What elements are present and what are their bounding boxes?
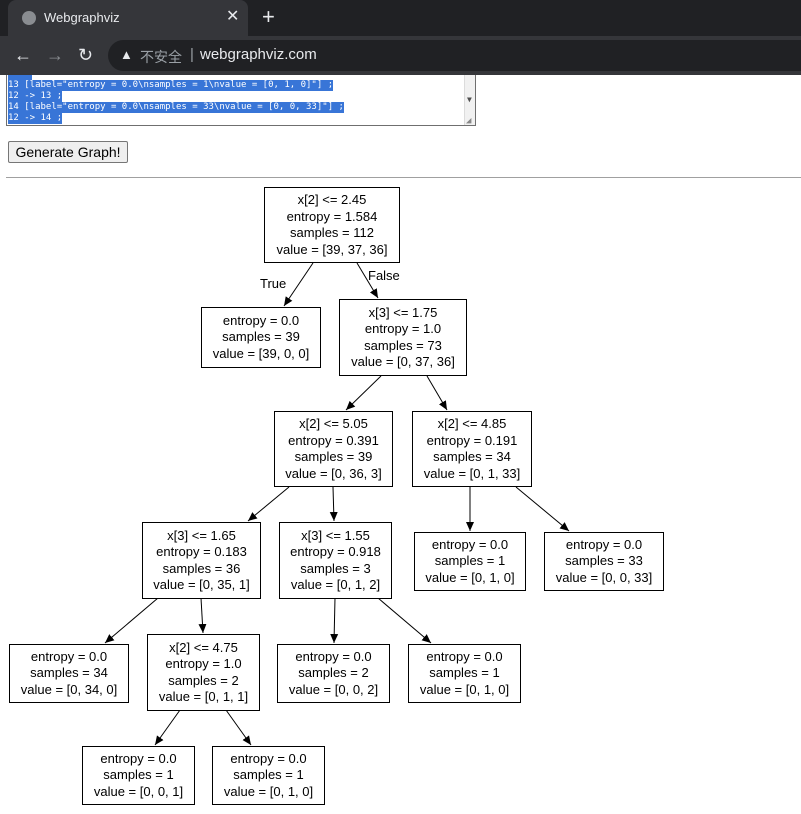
edge-2-3 [345, 375, 382, 411]
edge-label-true: True [260, 276, 287, 291]
node-value: value = [0, 0, 1] [93, 783, 184, 799]
node-value: value = [0, 1, 0] [425, 569, 515, 585]
node-entropy: entropy = 0.918 [290, 544, 381, 559]
edge-6-12 [377, 597, 432, 644]
edge-0-1 [283, 262, 314, 307]
node-samples: samples = 1 [233, 767, 304, 783]
tree-node-2: x[3] <= 1.75 entropy = 1.0 samples = 73 … [339, 299, 467, 376]
node-samples: samples = 1 [429, 665, 500, 681]
node-samples: samples = 2 [168, 672, 239, 688]
edge-2-4 [426, 375, 448, 411]
edge-3-6 [329, 486, 338, 522]
node-samples: samples = 1 [103, 767, 174, 783]
tree-node-4: x[2] <= 4.85 entropy = 0.191 samples = 3… [412, 411, 532, 487]
node-split-rule: x[2] <= 4.75 [169, 639, 238, 655]
tree-node-6: x[3] <= 1.55 entropy = 0.918 samples = 3… [279, 522, 392, 599]
tree-node-13: entropy = 0.0 samples = 1 value = [0, 0,… [82, 746, 195, 805]
node-samples: samples = 112 [290, 225, 374, 240]
node-split-rule: x[3] <= 1.65 [167, 527, 236, 543]
tree-node-3: x[2] <= 5.05 entropy = 0.391 samples = 3… [274, 411, 393, 487]
node-value: value = [0, 35, 1] [153, 577, 250, 592]
node-entropy: entropy = 0.191 [426, 432, 518, 448]
tree-node-5: x[3] <= 1.65 entropy = 0.183 samples = 3… [142, 522, 261, 599]
node-value: value = [0, 1, 33] [423, 465, 521, 481]
node-entropy: entropy = 0.0 [230, 750, 307, 766]
node-samples: samples = 1 [434, 553, 506, 569]
node-entropy: entropy = 0.0 [431, 536, 509, 552]
node-value: value = [0, 1, 1] [158, 689, 249, 704]
tree-node-7: entropy = 0.0 samples = 1 value = [0, 1,… [414, 532, 526, 591]
node-entropy: entropy = 0.0 [30, 648, 108, 664]
node-split-rule: x[2] <= 4.85 [437, 416, 507, 431]
node-entropy: entropy = 1.584 [286, 208, 378, 224]
node-entropy: entropy = 0.0 [295, 648, 372, 664]
node-samples: samples = 73 [364, 337, 442, 353]
node-samples: samples = 3 [300, 560, 371, 576]
node-entropy: entropy = 0.0 [222, 312, 300, 328]
node-entropy: entropy = 0.183 [156, 544, 247, 559]
node-value: value = [0, 1, 0] [223, 783, 314, 799]
node-samples: samples = 33 [565, 553, 643, 569]
edge-label-false: False [368, 268, 400, 283]
tree-node-8: entropy = 0.0 samples = 33 value = [0, 0… [544, 532, 664, 591]
node-value: value = [0, 34, 0] [20, 681, 118, 697]
node-entropy: entropy = 1.0 [165, 656, 242, 671]
node-value: value = [0, 37, 36] [351, 354, 455, 369]
edge-4-8 [515, 486, 570, 532]
tree-node-11: entropy = 0.0 samples = 2 value = [0, 0,… [277, 644, 390, 703]
node-value: value = [39, 0, 0] [212, 345, 310, 361]
node-split-rule: x[2] <= 5.05 [299, 416, 368, 431]
tree-node-0: x[2] <= 2.45 entropy = 1.584 samples = 1… [264, 187, 400, 263]
tree-node-1: entropy = 0.0 samples = 39 value = [39, … [201, 307, 321, 368]
tree-node-14: entropy = 0.0 samples = 1 value = [0, 1,… [212, 746, 325, 805]
node-samples: samples = 2 [298, 665, 369, 681]
edge-5-10 [198, 597, 207, 634]
tree-node-12: entropy = 0.0 samples = 1 value = [0, 1,… [408, 644, 521, 703]
tree-node-10: x[2] <= 4.75 entropy = 1.0 samples = 2 v… [147, 634, 260, 711]
node-split-rule: x[3] <= 1.55 [301, 527, 370, 543]
node-entropy: entropy = 1.0 [364, 321, 442, 336]
edge-6-11 [330, 597, 339, 644]
node-entropy: entropy = 0.0 [565, 536, 643, 552]
node-value: value = [0, 1, 2] [290, 577, 381, 592]
node-samples: samples = 39 [222, 329, 300, 345]
node-entropy: entropy = 0.391 [288, 432, 379, 448]
node-samples: samples = 39 [294, 449, 373, 464]
edge-10-13 [154, 709, 181, 746]
node-value: value = [0, 0, 33] [555, 569, 653, 585]
edge-10-14 [225, 709, 252, 746]
node-value: value = [0, 36, 3] [285, 465, 382, 481]
node-samples: samples = 34 [433, 449, 511, 464]
node-value: value = [39, 37, 36] [276, 241, 388, 257]
node-split-rule: x[2] <= 2.45 [297, 192, 367, 207]
edge-3-5 [247, 486, 290, 522]
node-samples: samples = 34 [30, 665, 108, 681]
node-samples: samples = 36 [162, 560, 241, 576]
node-entropy: entropy = 0.0 [426, 648, 503, 664]
node-split-rule: x[3] <= 1.75 [368, 304, 438, 320]
node-entropy: entropy = 0.0 [100, 750, 177, 766]
tree-node-9: entropy = 0.0 samples = 34 value = [0, 3… [9, 644, 129, 703]
node-value: value = [0, 0, 2] [288, 681, 379, 697]
node-value: value = [0, 1, 0] [419, 681, 510, 697]
